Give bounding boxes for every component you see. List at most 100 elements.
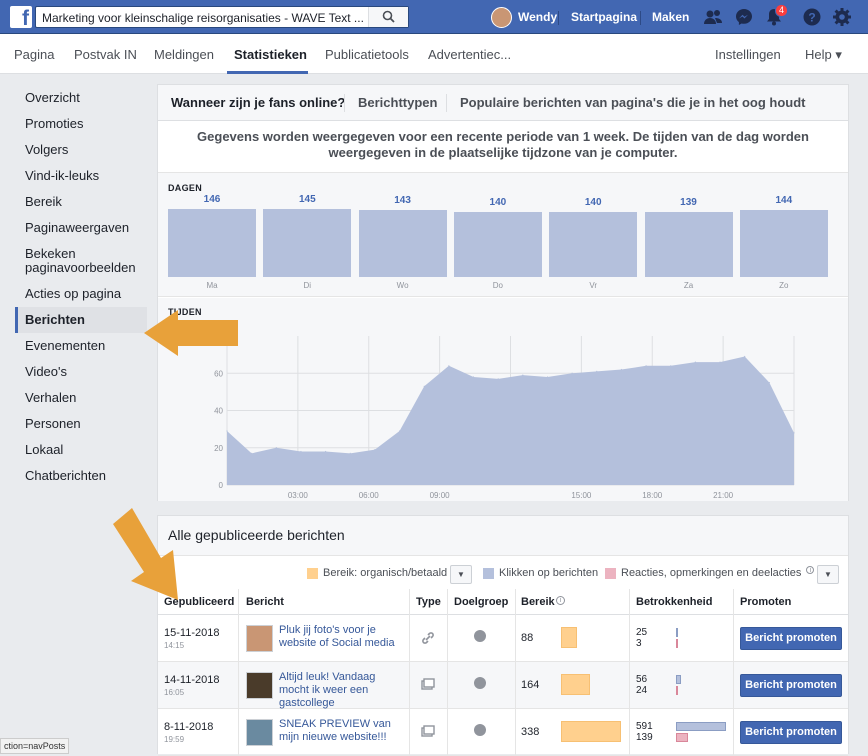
day-bar	[263, 209, 352, 277]
promote-post-button[interactable]: Bericht promoten	[740, 674, 842, 697]
times-data-point	[645, 365, 647, 367]
times-data-point	[374, 449, 376, 451]
y-tick-label: 20	[214, 444, 223, 453]
posts-header: Alle gepubliceerde berichten	[158, 516, 848, 556]
tab-berichttypen[interactable]: Berichttypen	[358, 95, 437, 110]
nav-help[interactable]: Help ▾	[805, 47, 842, 63]
sidebar-item-lokaal[interactable]: Lokaal	[15, 437, 147, 463]
messenger-icon[interactable]	[734, 7, 754, 27]
day-bar	[739, 209, 828, 277]
times-data-point	[497, 378, 499, 380]
nav-publicatietools[interactable]: Publicatietools	[325, 47, 409, 62]
day-value-label: 144	[775, 194, 793, 206]
clicks-bar	[676, 675, 681, 684]
publish-time: 19:59	[164, 735, 185, 744]
times-data-point	[768, 381, 770, 384]
clicks-value: 56	[636, 674, 648, 685]
legend-reactions-label: Reacties, opmerkingen en deelacties	[621, 567, 802, 579]
post-text-link[interactable]: Altijd leuk! Vandaag mocht ik weer een g…	[279, 671, 405, 710]
nav-instellingen[interactable]: Instellingen	[715, 47, 781, 62]
post-thumbnail[interactable]	[246, 719, 273, 746]
sidebar-item-volgers[interactable]: Volgers	[15, 137, 147, 163]
day-bar	[358, 210, 447, 277]
facebook-logo[interactable]: f	[10, 6, 32, 28]
sidebar-item-berichten[interactable]: Berichten	[15, 307, 147, 333]
col-bericht[interactable]: Bericht	[246, 596, 284, 608]
day-category-label: Za	[683, 281, 694, 290]
globe-icon	[474, 724, 486, 736]
sidebar-item-overzicht[interactable]: Overzicht	[15, 85, 147, 111]
sidebar-item-evenementen[interactable]: Evenementen	[15, 333, 147, 359]
times-data-point	[251, 452, 253, 454]
insights-tabs: Wanneer zijn je fans online? Berichttype…	[158, 85, 848, 121]
reach-value: 88	[521, 632, 534, 644]
day-bar	[549, 211, 638, 277]
friend-requests-icon[interactable]	[703, 7, 723, 27]
info-icon[interactable]: i	[806, 566, 815, 574]
day-value-label: 139	[680, 197, 697, 209]
col-betrokkenheid[interactable]: Betrokkenheid	[636, 596, 712, 608]
create-link[interactable]: Maken	[652, 10, 689, 24]
nav-statistieken[interactable]: Statistieken	[234, 47, 307, 62]
publish-date: 8-11-2018	[164, 721, 214, 733]
reach-info-icon[interactable]: i	[556, 596, 565, 605]
times-data-point	[472, 376, 475, 378]
times-data-point	[694, 361, 696, 363]
day-bar	[168, 209, 256, 277]
col-type[interactable]: Type	[416, 596, 441, 608]
promote-post-button[interactable]: Bericht promoten	[740, 721, 842, 744]
reach-dropdown[interactable]: ▼	[450, 565, 472, 584]
times-data-point	[620, 368, 623, 371]
table-row[interactable]: 8-11-2018 19:59 SNEAK PREVIEW van mijn nie…	[158, 709, 848, 756]
nav-postvak-in[interactable]: Postvak IN	[74, 47, 137, 62]
home-link[interactable]: Startpagina	[571, 10, 637, 24]
clicks-value: 591	[636, 721, 653, 732]
day-bar	[644, 212, 733, 277]
promote-post-button[interactable]: Bericht promoten	[740, 627, 842, 650]
search-button[interactable]	[368, 7, 408, 27]
sidebar-item-promoties[interactable]: Promoties	[15, 111, 147, 137]
search-input[interactable]: Marketing voor kleinschalige reisorganis…	[42, 11, 372, 25]
tab-fans-online[interactable]: Wanneer zijn je fans online?	[171, 95, 345, 110]
sidebar-item-verhalen[interactable]: Verhalen	[15, 385, 147, 411]
reactions-bar	[676, 733, 688, 742]
sidebar-item-vind-ik-leuks[interactable]: Vind-ik-leuks	[15, 163, 147, 189]
globe-icon	[474, 630, 486, 642]
tab-populaire-berichten[interactable]: Populaire berichten van pagina's die je …	[460, 95, 805, 110]
times-data-point	[793, 432, 795, 434]
sidebar-item-personen[interactable]: Personen	[15, 411, 147, 437]
nav-pagina[interactable]: Pagina	[14, 47, 54, 62]
x-tick-label: 06:00	[359, 491, 380, 500]
col-doelgroep[interactable]: Doelgroep	[454, 596, 508, 608]
nav-advertentiecentrum[interactable]: Advertentiec...	[428, 47, 511, 62]
published-posts-panel: Alle gepubliceerde berichten Bereik: org…	[157, 515, 849, 756]
settings-icon[interactable]	[832, 7, 852, 27]
col-bereik[interactable]: Bereik	[521, 596, 555, 608]
sidebar-item-videos[interactable]: Video's	[15, 359, 147, 385]
day-value-label: 140	[489, 196, 507, 208]
post-thumbnail[interactable]	[246, 625, 273, 652]
post-thumbnail[interactable]	[246, 672, 273, 699]
sidebar-item-bekeken-paginavoorbeelden[interactable]: Bekeken paginavoorbeelden	[15, 241, 147, 281]
divider	[446, 94, 447, 112]
reactions-value: 139	[636, 732, 653, 743]
day-category-label: Wo	[396, 281, 409, 290]
table-row[interactable]: 15-11-2018 14:15 Pluk jij foto's voor je w…	[158, 615, 848, 662]
post-text-link[interactable]: SNEAK PREVIEW van mijn nieuwe website!!!	[279, 718, 405, 744]
sidebar-item-bereik[interactable]: Bereik	[15, 189, 147, 215]
sidebar-item-acties-op-pagina[interactable]: Acties op pagina	[15, 281, 147, 307]
table-row[interactable]: 14-11-2018 16:05 Altijd leuk! Vandaag moch…	[158, 662, 848, 709]
times-data-point	[398, 430, 401, 432]
nav-meldingen[interactable]: Meldingen	[154, 47, 214, 62]
search-field[interactable]: Marketing voor kleinschalige reisorganis…	[35, 6, 409, 28]
publish-date: 15-11-2018	[164, 627, 220, 639]
sidebar-item-paginaweergaven[interactable]: Paginaweergaven	[15, 215, 147, 241]
day-value-label: 145	[298, 194, 316, 206]
engagement-dropdown[interactable]: ▼	[817, 565, 839, 584]
profile-link[interactable]: Wendy	[491, 6, 557, 28]
page-navigation: Pagina Postvak IN Meldingen Statistieken…	[0, 34, 868, 74]
help-icon[interactable]: ?	[802, 7, 822, 27]
divider	[238, 589, 239, 755]
post-text-link[interactable]: Pluk jij foto's voor je website of Socia…	[279, 624, 405, 650]
sidebar-item-chatberichten[interactable]: Chatberichten	[15, 463, 147, 489]
